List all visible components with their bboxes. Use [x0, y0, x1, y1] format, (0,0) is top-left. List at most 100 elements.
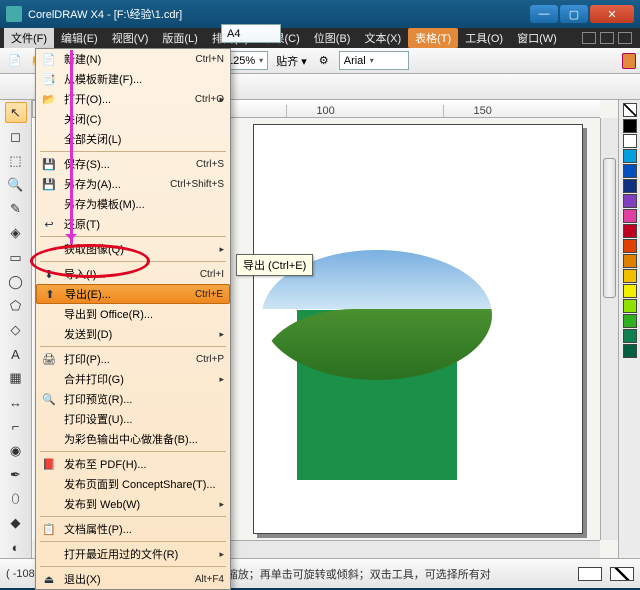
scrollbar-thumb[interactable] [603, 158, 616, 298]
color-swatch[interactable] [623, 209, 637, 223]
color-swatch[interactable] [623, 239, 637, 253]
menu-item[interactable]: 发布到 Web(W) [36, 494, 230, 514]
color-swatch[interactable] [623, 119, 637, 133]
freehand-tool[interactable]: ✎ [5, 199, 27, 220]
basic-shapes-tool[interactable]: ◇ [5, 319, 27, 340]
app-icon [6, 6, 22, 22]
shape-tool[interactable]: ◻ [5, 126, 27, 147]
menu-layout[interactable]: 版面(L) [155, 28, 204, 48]
menu-item-shortcut: Ctrl+I [200, 269, 224, 280]
menu-item[interactable]: 获取图像(Q) [36, 239, 230, 259]
toolbox: ↖ ◻ ⬚ 🔍 ✎ ◈ ▭ ◯ ⬠ ◇ A ▦ ↔ ⌐ ◉ ✒ ⬯ ◆ ◐ [0, 100, 32, 558]
vertical-scrollbar[interactable] [600, 118, 618, 540]
zoom-tool[interactable]: 🔍 [5, 175, 27, 196]
mdi-window-controls[interactable] [582, 32, 636, 44]
menu-bitmap[interactable]: 位图(B) [307, 28, 358, 48]
close-button[interactable]: ✕ [590, 5, 634, 23]
color-swatch[interactable] [623, 194, 637, 208]
menu-item[interactable]: 全部关闭(L) [36, 129, 230, 149]
color-swatch[interactable] [623, 314, 637, 328]
menu-table[interactable]: 表格(T) [408, 28, 458, 48]
maximize-button[interactable]: ▢ [560, 5, 588, 23]
menu-item[interactable]: ↩还原(T) [36, 214, 230, 234]
color-swatch[interactable] [623, 284, 637, 298]
menu-item-icon: ⏏ [40, 571, 58, 587]
menu-item[interactable]: 发布页面到 ConceptShare(T)... [36, 474, 230, 494]
color-swatch[interactable] [623, 149, 637, 163]
menu-tools[interactable]: 工具(O) [458, 28, 510, 48]
menu-item[interactable]: ⬆导出(E)...Ctrl+E [36, 284, 230, 304]
fill-tool[interactable]: ◆ [5, 513, 27, 534]
menu-item-icon [40, 131, 58, 147]
menu-item[interactable]: ⏏退出(X)Alt+F4 [36, 569, 230, 589]
menu-item[interactable]: 📂打开(O)...Ctrl+O [36, 89, 230, 109]
menu-item[interactable]: 📄新建(N)Ctrl+N [36, 49, 230, 69]
menu-item[interactable]: 打开最近用过的文件(R) [36, 544, 230, 564]
outline-tool[interactable]: ⬯ [5, 489, 27, 510]
menu-item-icon [40, 241, 58, 257]
menu-item[interactable]: 📑从模板新建(F)... [36, 69, 230, 89]
menu-item[interactable]: 另存为模板(M)... [36, 194, 230, 214]
color-swatch[interactable] [623, 164, 637, 178]
eyedropper-tool[interactable]: ✒ [5, 464, 27, 485]
menu-item[interactable]: 🔍打印预览(R)... [36, 389, 230, 409]
menu-item[interactable]: ⬇导入(I)...Ctrl+I [36, 264, 230, 284]
menu-item[interactable]: 关闭(C) [36, 109, 230, 129]
text-tool[interactable]: A [5, 344, 27, 365]
color-swatch[interactable] [623, 224, 637, 238]
menu-item-label: 另存为模板(M)... [58, 196, 224, 212]
color-swatch[interactable] [623, 344, 637, 358]
menu-text[interactable]: 文本(X) [357, 28, 408, 48]
font-combo[interactable]: Arial▾ [339, 51, 409, 70]
menu-item[interactable]: 合并打印(G) [36, 369, 230, 389]
outline-indicator[interactable] [610, 567, 634, 581]
interactive-fill-tool[interactable]: ◐ [5, 537, 27, 558]
no-fill-swatch[interactable] [623, 103, 637, 117]
menu-item[interactable]: 💾保存(S)...Ctrl+S [36, 154, 230, 174]
menu-edit[interactable]: 编辑(E) [54, 28, 105, 48]
file-menu-dropdown: 📄新建(N)Ctrl+N📑从模板新建(F)...📂打开(O)...Ctrl+O关… [35, 48, 231, 590]
color-swatch[interactable] [623, 329, 637, 343]
pick-tool[interactable]: ↖ [5, 102, 27, 123]
menu-item-shortcut: Ctrl+O [195, 94, 224, 105]
menu-item[interactable]: 发送到(D) [36, 324, 230, 344]
connector-tool[interactable]: ⌐ [5, 416, 27, 437]
table-tool[interactable]: ▦ [5, 368, 27, 389]
snap-dropdown[interactable]: 贴齐 ▾ [272, 53, 311, 69]
menu-item[interactable]: 为彩色输出中心做准备(B)... [36, 429, 230, 449]
color-swatch[interactable] [623, 134, 637, 148]
page-size-combo[interactable]: A4 [221, 24, 281, 43]
menu-item-icon: 💾 [40, 176, 58, 192]
menu-item[interactable]: 打印设置(U)... [36, 409, 230, 429]
menu-window[interactable]: 窗口(W) [510, 28, 564, 48]
menu-view[interactable]: 视图(V) [105, 28, 156, 48]
menu-file[interactable]: 文件(F) [4, 28, 54, 48]
dimension-tool[interactable]: ↔ [5, 392, 27, 413]
menu-item[interactable]: 导出到 Office(R)... [36, 304, 230, 324]
menu-item[interactable]: 📕发布至 PDF(H)... [36, 454, 230, 474]
rectangle-tool[interactable]: ▭ [5, 247, 27, 268]
menu-item-icon [40, 496, 58, 512]
menu-item-label: 打印预览(R)... [58, 391, 224, 407]
menu-item-label: 导入(I)... [58, 266, 200, 282]
color-swatch[interactable] [623, 179, 637, 193]
menu-item[interactable]: 📋文档属性(P)... [36, 519, 230, 539]
crop-tool[interactable]: ⬚ [5, 150, 27, 171]
menu-item-shortcut: Ctrl+S [196, 159, 224, 170]
smart-fill-tool[interactable]: ◈ [5, 223, 27, 244]
polygon-tool[interactable]: ⬠ [5, 295, 27, 316]
menu-item[interactable]: 💾另存为(A)...Ctrl+Shift+S [36, 174, 230, 194]
color-swatch[interactable] [623, 269, 637, 283]
docker-icon[interactable] [622, 53, 636, 69]
menu-item[interactable]: 🖨打印(P)...Ctrl+P [36, 349, 230, 369]
color-swatch[interactable] [623, 254, 637, 268]
color-swatch[interactable] [623, 299, 637, 313]
menu-item-icon: 📋 [40, 521, 58, 537]
options-icon[interactable]: ⚙ [313, 51, 335, 71]
new-icon[interactable]: 📄 [4, 51, 26, 71]
minimize-button[interactable]: — [530, 5, 558, 23]
blend-tool[interactable]: ◉ [5, 440, 27, 461]
ellipse-tool[interactable]: ◯ [5, 271, 27, 292]
menu-item-shortcut: Ctrl+P [196, 354, 224, 365]
fill-indicator[interactable] [578, 567, 602, 581]
